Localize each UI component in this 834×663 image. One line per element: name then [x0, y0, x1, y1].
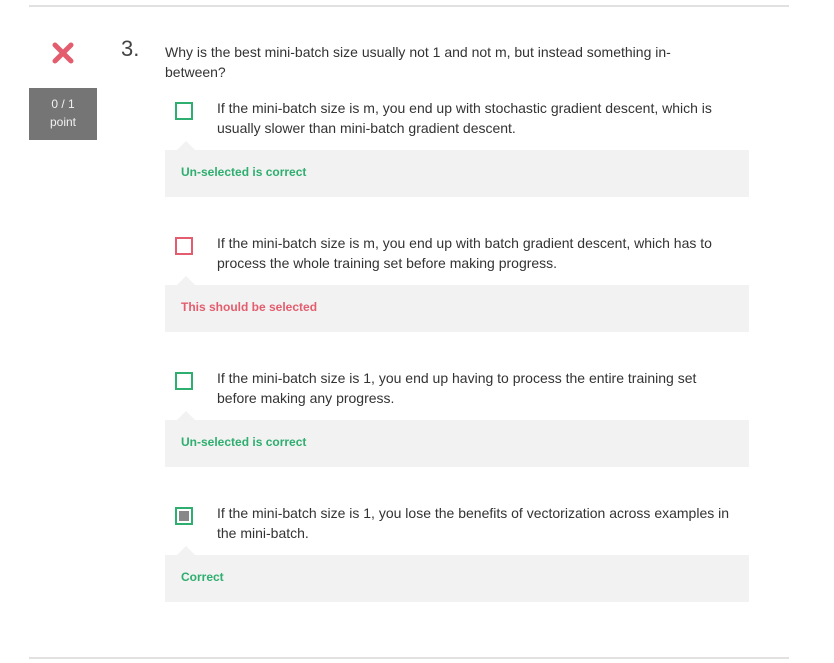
x-mark-icon [52, 42, 74, 64]
checkbox-fill [179, 511, 189, 521]
feedback-text: This should be selected [181, 300, 318, 314]
bottom-divider [29, 657, 789, 659]
answer-option: If the mini-batch size is m, you end up … [165, 90, 749, 197]
option-checkbox[interactable] [175, 372, 193, 390]
feedback-text: Un-selected is correct [181, 165, 307, 179]
option-feedback: Correct [165, 546, 749, 602]
question-text: Why is the best mini-batch size usually … [165, 44, 671, 80]
option-text: If the mini-batch size is 1, you lose th… [217, 505, 730, 541]
option-checkbox[interactable] [175, 237, 193, 255]
option-text: If the mini-batch size is m, you end up … [217, 100, 712, 136]
answer-option: If the mini-batch size is 1, you end up … [165, 360, 749, 467]
option-feedback: Un-selected is correct [165, 411, 749, 467]
score-badge: 0 / 1 point [29, 88, 97, 140]
feedback-text: Correct [181, 570, 224, 584]
answer-option: If the mini-batch size is 1, you lose th… [165, 495, 749, 602]
option-text: If the mini-batch size is m, you end up … [217, 235, 712, 271]
option-checkbox[interactable] [175, 102, 193, 120]
option-feedback: Un-selected is correct [165, 141, 749, 197]
score-value: 0 / 1 [51, 97, 75, 111]
option-feedback: This should be selected [165, 276, 749, 332]
option-checkbox-checked[interactable] [175, 507, 193, 525]
option-text: If the mini-batch size is 1, you end up … [217, 370, 697, 406]
score-unit: point [49, 115, 77, 129]
top-divider [29, 5, 789, 7]
feedback-text: Un-selected is correct [181, 435, 307, 449]
answer-option: If the mini-batch size is m, you end up … [165, 225, 749, 332]
question-number: 3. [121, 36, 140, 61]
